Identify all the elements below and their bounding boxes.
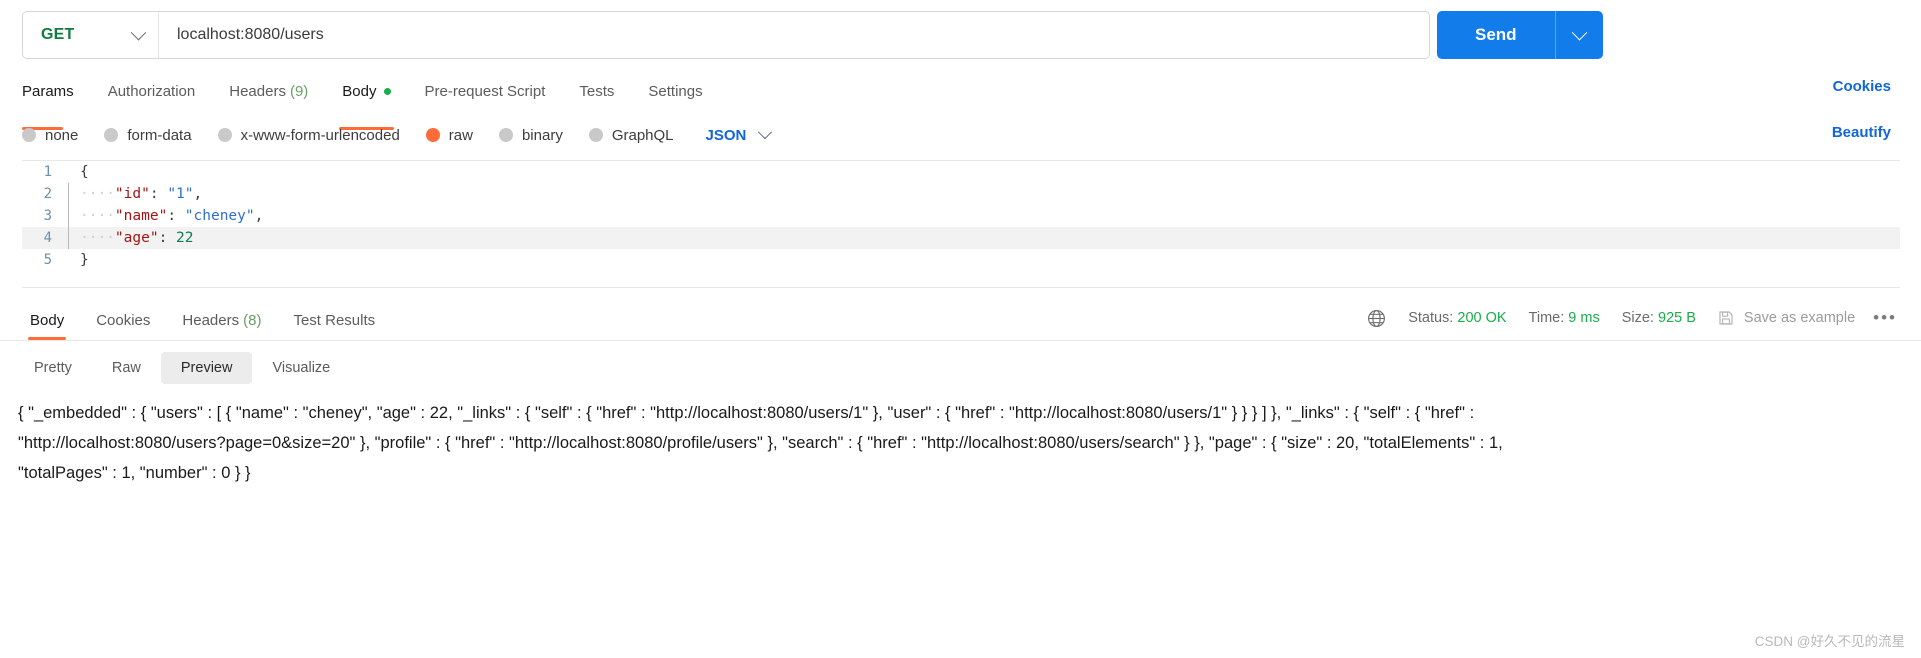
line-number: 1 [43,164,52,180]
code-line: 1 { [22,161,1900,183]
radio-form-data[interactable]: form-data [104,126,192,144]
request-tabs: Params Authorization Headers (9) Body Pr… [0,74,1921,130]
response-body-preview: { "_embedded" : { "users" : [ { "name" :… [18,404,1508,482]
code-text: } [80,252,89,268]
body-format-value: JSON [705,126,747,144]
code-line: 2 ····"id": "1", [22,183,1900,205]
tab-body[interactable]: Body [325,74,407,130]
radio-dot-icon [104,128,119,142]
view-mode-pretty[interactable]: Pretty [14,352,92,384]
tab-pre-request-script[interactable]: Pre-request Script [408,74,563,108]
radio-label: form-data [127,126,192,144]
headers-count: (9) [289,82,309,100]
radio-label: binary [521,126,563,144]
status-label: Status: [1408,310,1454,326]
code-line: 3 ····"name": "cheney", [22,205,1900,227]
tab-label: Body [342,82,377,100]
tab-label: Test Results [293,311,376,329]
tab-label: Params [22,82,74,100]
response-tab-headers[interactable]: Headers (8) [166,300,277,340]
body-type-radio-group: none form-data x-www-form-urlencoded raw… [22,120,773,150]
response-divider [0,340,1921,341]
response-tab-test-results[interactable]: Test Results [277,300,391,340]
tab-label: Pre-request Script [424,82,546,100]
line-number: 2 [43,186,52,202]
view-mode-preview[interactable]: Preview [160,352,253,384]
tab-label: Tests [579,82,615,100]
beautify-button[interactable]: Beautify [1832,124,1891,141]
chevron-down-icon [758,125,773,140]
line-number: 4 [43,230,52,246]
tab-label: Headers [182,311,240,329]
radio-label: x-www-form-urlencoded [240,126,400,144]
radio-label: GraphQL [611,126,674,144]
tab-label: Headers [229,82,286,100]
size-label: Size: [1621,310,1654,326]
response-tab-cookies[interactable]: Cookies [80,300,166,340]
time-badge: Time: 9 ms [1529,310,1600,326]
cookies-link[interactable]: Cookies [1833,78,1891,95]
response-meta: Status: 200 OK Time: 9 ms Size: 925 B Sa… [1367,308,1897,328]
chevron-down-icon [1571,24,1587,40]
code-text: ····"name": "cheney", [80,208,264,224]
tab-label: Settings [648,82,703,100]
size-value: 925 B [1658,310,1696,326]
radio-none[interactable]: none [22,127,78,144]
code-text: { [80,164,89,180]
save-icon [1719,311,1733,325]
radio-dot-icon [217,128,232,142]
body-modified-dot-icon [383,87,391,95]
tab-tests[interactable]: Tests [562,74,631,108]
code-text: ····"id": "1", [80,186,203,202]
view-mode-raw[interactable]: Raw [92,352,161,384]
request-body-editor[interactable]: 1 { 2 ····"id": "1", 3 ····"name": "chen… [22,160,1900,288]
radio-x-www-form-urlencoded[interactable]: x-www-form-urlencoded [217,126,400,144]
tab-label: Authorization [107,82,196,100]
tab-settings[interactable]: Settings [631,74,719,108]
url-bar: GET [22,11,1430,59]
radio-dot-icon [425,128,440,142]
tab-label: Body [30,311,65,329]
time-value: 9 ms [1568,310,1600,326]
response-tab-body[interactable]: Body [14,300,80,340]
status-badge: Status: 200 OK [1408,310,1506,326]
code-line: 5 } [22,249,1900,271]
radio-label: raw [448,126,473,144]
tab-authorization[interactable]: Authorization [91,74,213,108]
line-number: 3 [43,208,52,224]
chevron-down-icon [130,24,147,40]
view-mode-visualize[interactable]: Visualize [252,352,350,384]
http-method-label: GET [41,26,75,43]
response-view-mode-group: Pretty Raw Preview Visualize [14,352,350,384]
radio-raw[interactable]: raw [425,126,473,144]
http-method-selector[interactable]: GET [23,12,159,58]
body-format-select[interactable]: JSON [705,125,773,144]
radio-label: none [45,126,79,144]
tab-headers[interactable]: Headers (9) [212,74,325,108]
globe-icon [1368,309,1386,327]
send-options-button[interactable] [1554,11,1603,59]
time-label: Time: [1528,310,1565,326]
radio-binary[interactable]: binary [498,126,563,144]
save-as-example-button[interactable]: Save as example [1718,310,1855,326]
size-badge: Size: 925 B [1622,310,1696,326]
send-button-group: Send [1437,11,1603,59]
status-value: 200 OK [1457,310,1507,326]
send-button[interactable]: Send [1437,11,1555,59]
tab-label: Cookies [96,311,151,329]
url-input[interactable] [159,12,1429,58]
radio-dot-icon [22,128,36,142]
code-text: ····"age": 22 [80,230,194,246]
radio-dot-icon [498,128,513,142]
ellipsis-icon[interactable]: ••• [1873,308,1897,328]
line-number: 5 [43,252,52,268]
code-line-active: 4 ····"age": 22 [22,227,1900,249]
save-as-example-label: Save as example [1743,310,1856,326]
tab-params[interactable]: Params [22,74,91,130]
radio-dot-icon [588,128,603,142]
radio-graphql[interactable]: GraphQL [588,126,674,144]
postman-request-response-view: GET Send Params Authorization Headers (9… [0,0,1921,658]
response-headers-count: (8) [243,311,262,329]
watermark: CSDN @好久不见的流星 [1754,634,1905,649]
